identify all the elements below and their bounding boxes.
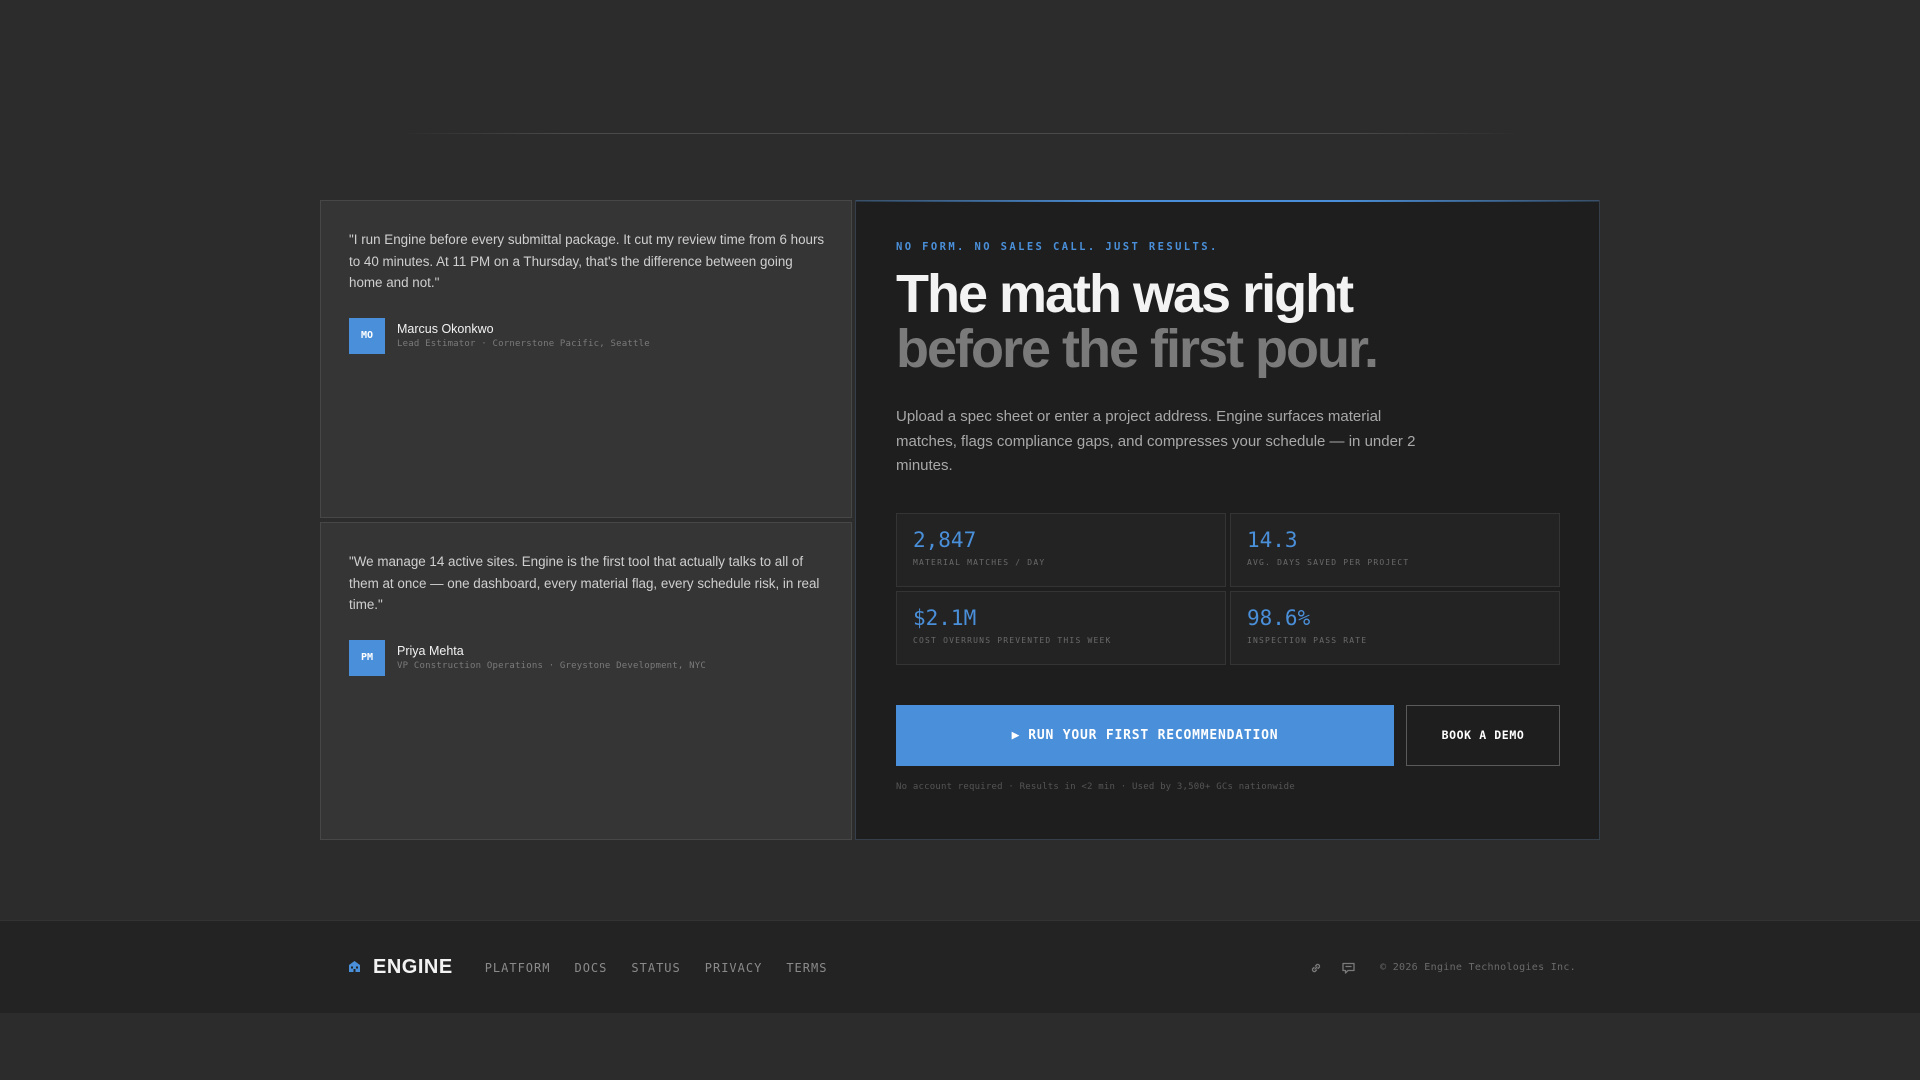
- author-info: Marcus Okonkwo Lead Estimator · Cornerst…: [397, 318, 650, 349]
- book-demo-button[interactable]: BOOK A DEMO: [1406, 704, 1560, 766]
- testimonials-column: "I run Engine before every submittal pac…: [320, 200, 852, 840]
- stats-grid: 2,847 MATERIAL MATCHES / DAY 14.3 AVG. D…: [896, 512, 1560, 665]
- hero-eyebrow: NO FORM. NO SALES CALL. JUST RESULTS.: [896, 241, 1219, 253]
- footer-link-terms[interactable]: TERMS: [786, 961, 827, 975]
- testimonial-author: MO Marcus Okonkwo Lead Estimator · Corne…: [349, 317, 823, 354]
- author-name: Marcus Okonkwo: [397, 321, 494, 336]
- footer: ENGINE PLATFORM DOCS STATUS PRIVACY TERM…: [0, 920, 1920, 1013]
- footer-link-status[interactable]: STATUS: [631, 961, 680, 975]
- footer-link-docs[interactable]: DOCS: [574, 961, 607, 975]
- footer-inner: ENGINE PLATFORM DOCS STATUS PRIVACY TERM…: [348, 921, 1576, 1014]
- avatar: PM: [349, 639, 385, 676]
- stat-value: 2,847: [913, 527, 977, 552]
- link-icon[interactable]: [1308, 960, 1324, 976]
- author-role: VP Construction Operations · Greystone D…: [397, 660, 707, 671]
- testimonial-card: "We manage 14 active sites. Engine is th…: [320, 522, 852, 840]
- headline-line-2: before the first pour.: [896, 319, 1379, 379]
- avatar: MO: [349, 317, 385, 354]
- footer-brand-link[interactable]: ENGINE: [348, 956, 453, 979]
- stat-cost-overruns: $2.1M COST OVERRUNS PREVENTED THIS WEEK: [896, 590, 1226, 665]
- author-role: Lead Estimator · Cornerstone Pacific, Se…: [397, 338, 650, 349]
- testimonial-quote: "We manage 14 active sites. Engine is th…: [349, 554, 820, 612]
- author-name: Priya Mehta: [397, 643, 464, 658]
- stat-value: 98.6%: [1247, 605, 1311, 630]
- footer-link-privacy[interactable]: PRIVACY: [705, 961, 763, 975]
- top-divider: [400, 133, 1520, 134]
- stat-days-saved: 14.3 AVG. DAYS SAVED PER PROJECT: [1230, 512, 1560, 587]
- fineprint: No account required · Results in <2 min …: [896, 781, 1295, 792]
- testimonial-quote: "I run Engine before every submittal pac…: [349, 232, 825, 290]
- brand-name: ENGINE: [373, 956, 453, 978]
- footer-link-platform[interactable]: PLATFORM: [485, 961, 551, 975]
- headline-line-1: The math was right: [896, 264, 1354, 324]
- play-icon: ▶: [1011, 727, 1021, 743]
- stat-label: MATERIAL MATCHES / DAY: [913, 557, 1046, 567]
- hero-description: Upload a spec sheet or enter a project a…: [896, 408, 1416, 474]
- cta-row: ▶ RUN YOUR FIRST RECOMMENDATION BOOK A D…: [896, 704, 1560, 766]
- building-icon: [348, 960, 361, 976]
- testimonial-card: "I run Engine before every submittal pac…: [320, 200, 852, 518]
- chat-icon[interactable]: [1340, 960, 1356, 976]
- stat-value: 14.3: [1247, 527, 1298, 552]
- stat-material-matches: 2,847 MATERIAL MATCHES / DAY: [896, 512, 1226, 587]
- footer-right: © 2026 Engine Technologies Inc.: [1292, 960, 1576, 976]
- stat-label: AVG. DAYS SAVED PER PROJECT: [1247, 557, 1410, 567]
- main-section: "I run Engine before every submittal pac…: [320, 200, 1600, 840]
- testimonial-author: PM Priya Mehta VP Construction Operation…: [349, 639, 823, 676]
- hero-panel: NO FORM. NO SALES CALL. JUST RESULTS. Th…: [855, 200, 1600, 840]
- author-info: Priya Mehta VP Construction Operations ·…: [397, 640, 706, 671]
- footer-nav: PLATFORM DOCS STATUS PRIVACY TERMS: [485, 961, 852, 975]
- copyright: © 2026 Engine Technologies Inc.: [1380, 962, 1576, 973]
- hero-headline: The math was right before the first pour…: [896, 267, 1559, 377]
- run-recommendation-label: RUN YOUR FIRST RECOMMENDATION: [1028, 727, 1279, 743]
- stat-inspection-pass-rate: 98.6% INSPECTION PASS RATE: [1230, 590, 1560, 665]
- run-recommendation-button[interactable]: ▶ RUN YOUR FIRST RECOMMENDATION: [896, 704, 1394, 766]
- stat-value: $2.1M: [913, 605, 977, 630]
- stat-label: INSPECTION PASS RATE: [1247, 635, 1368, 645]
- stat-label: COST OVERRUNS PREVENTED THIS WEEK: [913, 635, 1112, 645]
